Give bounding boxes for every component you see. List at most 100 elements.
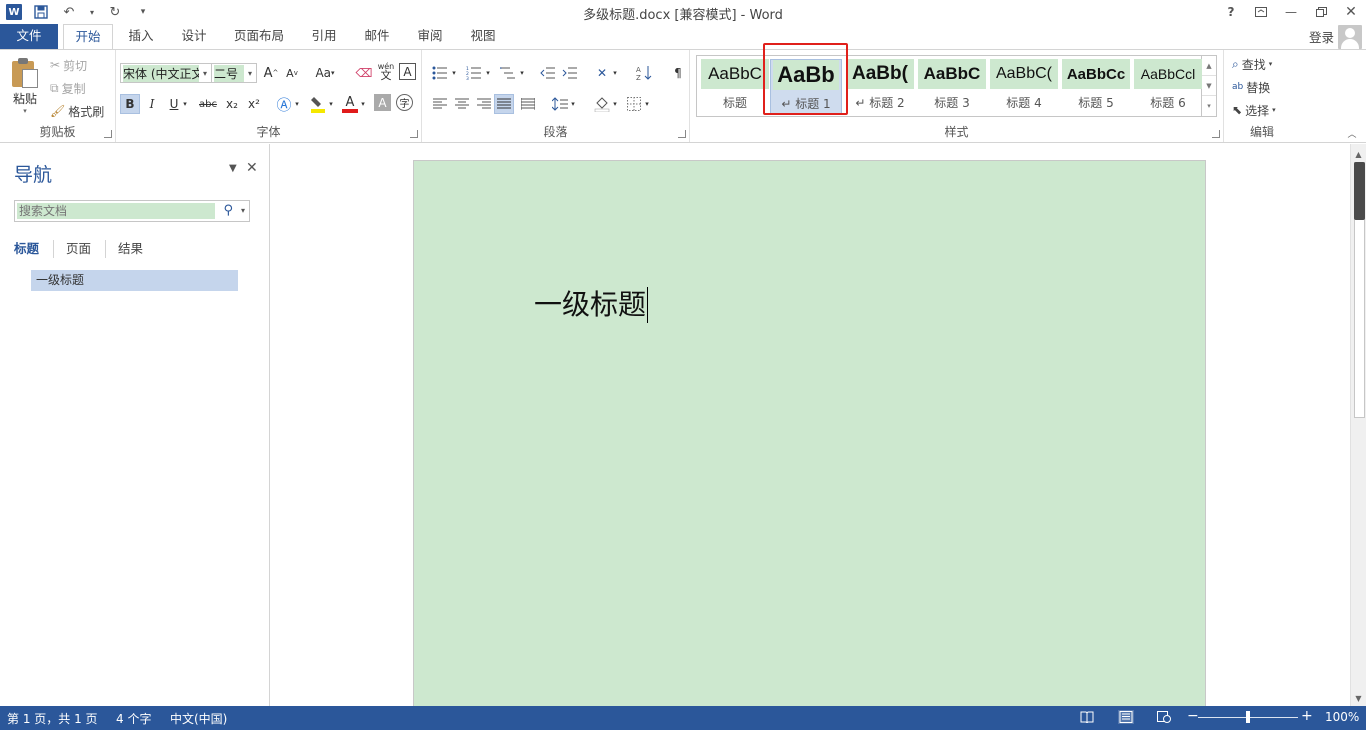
save-icon[interactable] [32, 3, 50, 21]
chinese-layout-icon[interactable]: ✕ [592, 63, 612, 83]
avatar[interactable] [1338, 25, 1362, 49]
style-heading-1[interactable]: AaBb ↵ 标题 1 [770, 59, 842, 115]
grow-font-button[interactable]: A ^ [261, 63, 281, 83]
chevron-down-icon[interactable]: ▾ [358, 94, 368, 114]
nav-tab-results[interactable]: 结果 [118, 240, 157, 258]
word-app-icon[interactable]: W [6, 4, 22, 20]
vertical-scrollbar[interactable]: ▲ ▼ [1350, 144, 1366, 706]
chevron-down-icon[interactable]: ▾ [517, 63, 527, 83]
shrink-font-button[interactable]: Av [282, 63, 302, 83]
print-layout-icon[interactable] [1118, 710, 1134, 724]
collapse-ribbon-icon[interactable]: ︿ [1344, 126, 1360, 140]
nav-tab-pages[interactable]: 页面 [66, 240, 107, 258]
superscript-button[interactable]: x² [244, 94, 264, 114]
tab-insert[interactable]: 插入 [120, 24, 162, 49]
scroll-down-icon[interactable]: ▼ [1351, 690, 1366, 706]
shading-bucket-icon[interactable] [592, 94, 612, 114]
align-center-icon[interactable] [452, 94, 472, 114]
dialog-launcher-icon[interactable] [410, 130, 418, 138]
zoom-out-button[interactable]: − [1187, 708, 1199, 724]
nav-heading-item[interactable]: 一级标题 [31, 270, 238, 291]
sign-in-link[interactable]: 登录 [1309, 27, 1334, 46]
tab-mailings[interactable]: 邮件 [357, 24, 397, 49]
chevron-down-icon[interactable]: ▾ [610, 94, 620, 114]
chevron-down-icon[interactable]: ▾ [199, 69, 211, 78]
web-layout-icon[interactable] [1156, 710, 1172, 724]
undo-icon[interactable]: ↶ [60, 3, 78, 21]
copy-button[interactable]: ⧉ 复制 [50, 78, 86, 98]
chevron-down-icon[interactable]: ▾ [88, 3, 96, 21]
align-right-icon[interactable] [474, 94, 494, 114]
help-button[interactable]: ? [1216, 0, 1246, 24]
italic-button[interactable]: I [142, 94, 162, 114]
subscript-button[interactable]: x₂ [222, 94, 242, 114]
close-icon[interactable]: ✕ [246, 160, 258, 176]
phonetic-guide-button[interactable]: wén 文 [376, 61, 396, 81]
style-heading-5[interactable]: AaBbCc 标题 5 [1060, 59, 1132, 115]
dialog-launcher-icon[interactable] [1212, 130, 1220, 138]
style-heading-6[interactable]: AaBbCcl 标题 6 [1132, 59, 1204, 115]
font-color-icon[interactable]: A [340, 94, 360, 114]
zoom-slider-thumb[interactable] [1246, 711, 1250, 723]
chevron-down-icon[interactable]: ▾ [483, 63, 493, 83]
replace-button[interactable]: ab 替换 [1232, 77, 1270, 97]
read-mode-icon[interactable] [1079, 710, 1095, 724]
chevron-down-icon[interactable]: ▾ [642, 94, 652, 114]
find-button[interactable]: ⌕ 查找 ▾ [1232, 54, 1272, 74]
align-left-icon[interactable] [430, 94, 450, 114]
highlight-color-icon[interactable] [308, 94, 328, 114]
tab-home[interactable]: 开始 [63, 24, 113, 50]
dialog-launcher-icon[interactable] [104, 130, 112, 138]
clear-formatting-icon[interactable]: ⌫ [354, 63, 374, 83]
language-status[interactable]: 中文(中国) [170, 710, 227, 727]
bold-button[interactable]: B [120, 94, 140, 114]
decrease-indent-icon[interactable] [538, 63, 558, 83]
change-case-button[interactable]: Aa ▾ [310, 63, 340, 83]
chevron-down-icon[interactable]: ▾ [449, 63, 459, 83]
search-input[interactable] [17, 203, 215, 219]
distributed-icon[interactable] [518, 94, 538, 114]
document-heading-text[interactable]: 一级标题 [534, 287, 649, 323]
gallery-down-icon[interactable]: ▼ [1202, 76, 1216, 96]
enclose-characters-button[interactable]: 字 [396, 94, 413, 111]
tab-references[interactable]: 引用 [304, 24, 344, 49]
tab-view[interactable]: 视图 [463, 24, 503, 49]
scroll-up-icon[interactable]: ▲ [1351, 146, 1366, 162]
character-shading-button[interactable]: A [374, 94, 391, 111]
style-heading-2[interactable]: AaBb( ↵ 标题 2 [844, 59, 916, 115]
paste-icon[interactable] [12, 58, 38, 88]
font-size-combo[interactable]: 二号 ▾ [211, 63, 257, 83]
bullets-icon[interactable] [430, 63, 450, 83]
zoom-in-button[interactable]: + [1301, 708, 1313, 724]
minimize-icon[interactable]: — [1276, 0, 1306, 24]
dialog-launcher-icon[interactable] [678, 130, 686, 138]
format-painter-button[interactable]: 🖌 格式刷 [50, 101, 104, 121]
search-icon[interactable]: ⚲ [223, 203, 233, 218]
word-count-status[interactable]: 4 个字 [116, 710, 151, 727]
style-heading-4[interactable]: AaBbC( 标题 4 [988, 59, 1060, 115]
chevron-down-icon[interactable]: ▾ [610, 63, 620, 83]
text-effects-icon[interactable]: Ⓐ [274, 94, 294, 114]
chevron-down-icon[interactable]: ▾ [18, 106, 32, 116]
chevron-down-icon[interactable]: ▾ [326, 94, 336, 114]
justify-icon[interactable] [494, 94, 514, 114]
style-title[interactable]: AaBbC 标题 [699, 59, 771, 115]
redo-icon[interactable]: ↻ [106, 3, 124, 21]
paste-button[interactable]: 粘贴 [8, 90, 42, 106]
close-icon[interactable]: ✕ [1336, 0, 1366, 24]
numbering-icon[interactable]: 123 [464, 63, 484, 83]
customize-qat-icon[interactable]: ▾ [134, 3, 152, 21]
page-count-status[interactable]: 第 1 页，共 1 页 [7, 710, 98, 727]
strikethrough-button[interactable]: abc [196, 94, 220, 114]
style-heading-3[interactable]: AaBbC 标题 3 [916, 59, 988, 115]
tab-file[interactable]: 文件 [0, 24, 58, 49]
chevron-down-icon[interactable]: ▾ [292, 94, 302, 114]
chevron-down-icon[interactable]: ▾ [180, 94, 190, 114]
ribbon-display-icon[interactable] [1246, 0, 1276, 24]
tab-design[interactable]: 设计 [174, 24, 214, 49]
borders-icon[interactable] [624, 94, 644, 114]
select-button[interactable]: ⬉ 选择 ▾ [1232, 100, 1276, 120]
chevron-down-icon[interactable]: ▾ [244, 69, 256, 78]
cut-button[interactable]: ✂ 剪切 [50, 55, 87, 75]
zoom-level[interactable]: 100% [1325, 710, 1359, 724]
